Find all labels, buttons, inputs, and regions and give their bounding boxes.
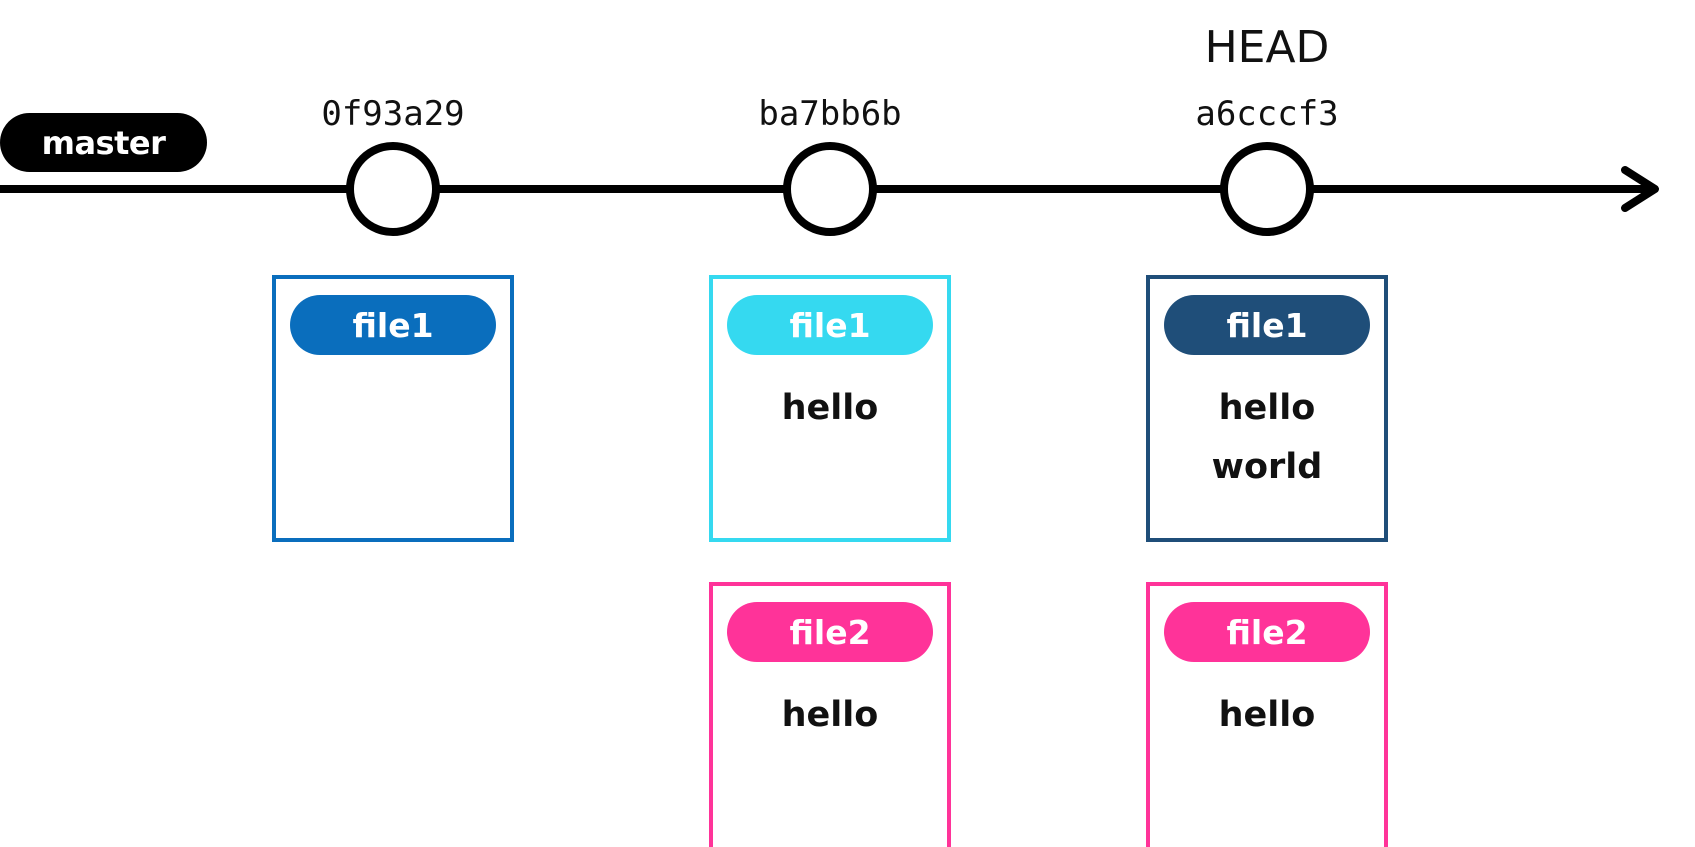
commit-hash-3: a6cccf3 <box>1195 94 1339 134</box>
head-label: HEAD <box>1204 22 1330 73</box>
file-content-line: hello <box>781 695 879 735</box>
file-contents: hello <box>1150 686 1384 745</box>
file-card: file2 hello <box>709 582 951 847</box>
file-card: file1 hello world <box>1146 275 1388 542</box>
file-name-pill: file1 <box>727 295 933 355</box>
file-name-pill: file1 <box>290 295 496 355</box>
git-history-diagram: master HEAD 0f93a29 ba7bb6b a6cccf3 file… <box>0 0 1695 847</box>
file-contents: hello world <box>1150 379 1384 497</box>
file-card: file1 hello <box>709 275 951 542</box>
commit-node-2[interactable] <box>783 142 877 236</box>
file-contents: hello <box>713 686 947 745</box>
file-name-pill: file2 <box>1164 602 1370 662</box>
file-contents: hello <box>713 379 947 438</box>
commit-node-3[interactable] <box>1220 142 1314 236</box>
file-card: file1 <box>272 275 514 542</box>
commit-hash-2: ba7bb6b <box>758 94 902 134</box>
file-content-line: world <box>1211 447 1323 487</box>
file-name-pill: file2 <box>727 602 933 662</box>
commit-hash-1: 0f93a29 <box>321 94 465 134</box>
file-card: file2 hello <box>1146 582 1388 847</box>
file-content-line: hello <box>1218 388 1316 428</box>
file-name-pill: file1 <box>1164 295 1370 355</box>
file-content-line: hello <box>1218 695 1316 735</box>
commit-node-1[interactable] <box>346 142 440 236</box>
file-content-line: hello <box>781 388 879 428</box>
branch-label: master <box>0 113 207 172</box>
